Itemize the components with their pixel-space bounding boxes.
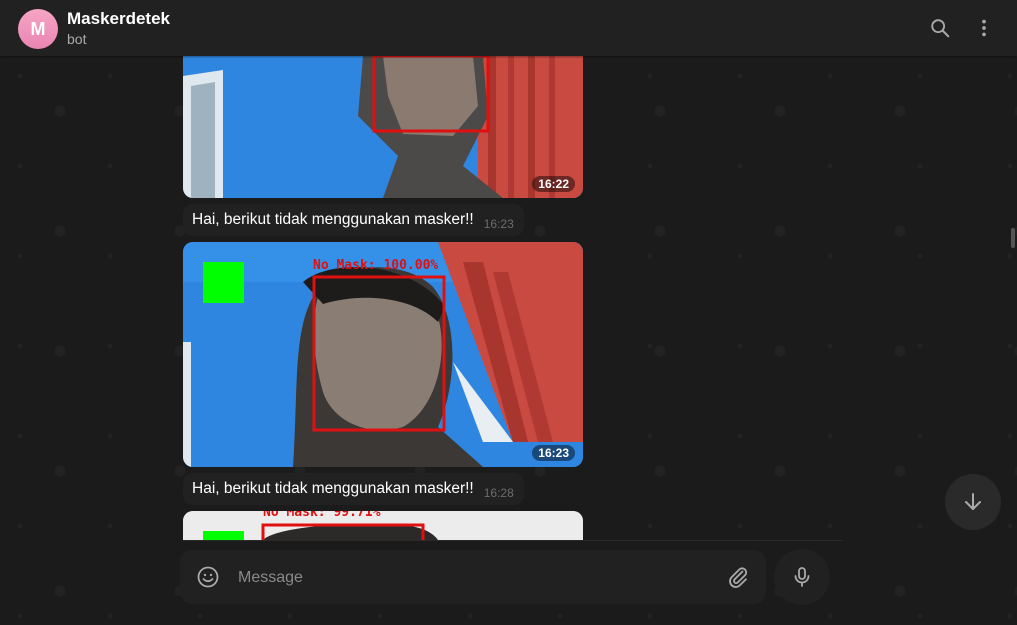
message-text: Hai, berikut tidak menggunakan masker!!: [192, 211, 474, 228]
photo-message[interactable]: No Mask: 100.00% 16:23: [183, 242, 583, 467]
photo-message[interactable]: 16:22: [183, 56, 583, 198]
message-time: 16:23: [483, 216, 514, 231]
scrollbar[interactable]: [1011, 228, 1015, 248]
detection-label: No Mask: 100.00%: [313, 258, 438, 273]
divider: [183, 540, 843, 541]
photo-image: No Mask: 99.71%: [183, 511, 583, 540]
message-input[interactable]: [236, 562, 710, 594]
more-menu-button[interactable]: [970, 14, 998, 42]
photo-image: [183, 56, 583, 198]
detection-label: No Mask: 99.71%: [263, 511, 381, 520]
message-time: 16:22: [532, 176, 575, 192]
attach-button[interactable]: [726, 565, 750, 594]
arrow-down-icon: [965, 493, 981, 510]
message-composer: [180, 550, 766, 604]
message-time: 16:23: [532, 445, 575, 461]
message-time: 16:28: [483, 485, 514, 500]
message-text: Hai, berikut tidak menggunakan masker!!: [192, 480, 474, 497]
microphone-icon: [794, 567, 810, 587]
chat-status: bot: [67, 31, 87, 47]
chat-header: M Maskerdetek bot: [0, 0, 1017, 56]
text-message[interactable]: Hai, berikut tidak menggunakan masker!! …: [183, 473, 524, 505]
more-vertical-icon: [982, 19, 986, 37]
text-message[interactable]: Hai, berikut tidak menggunakan masker!! …: [183, 204, 524, 236]
search-icon: [931, 19, 950, 38]
smile-icon: [197, 566, 219, 588]
chat-title[interactable]: Maskerdetek: [67, 9, 170, 29]
search-button[interactable]: [926, 14, 954, 42]
detection-indicator: [203, 262, 244, 303]
scroll-to-bottom-button[interactable]: [945, 474, 1001, 530]
paperclip-icon: [729, 567, 748, 588]
photo-message[interactable]: No Mask: 99.71%: [183, 511, 583, 540]
avatar[interactable]: M: [18, 9, 58, 49]
emoji-button[interactable]: [196, 565, 220, 594]
photo-image: No Mask: 100.00%: [183, 242, 583, 467]
voice-record-button[interactable]: [774, 549, 830, 605]
